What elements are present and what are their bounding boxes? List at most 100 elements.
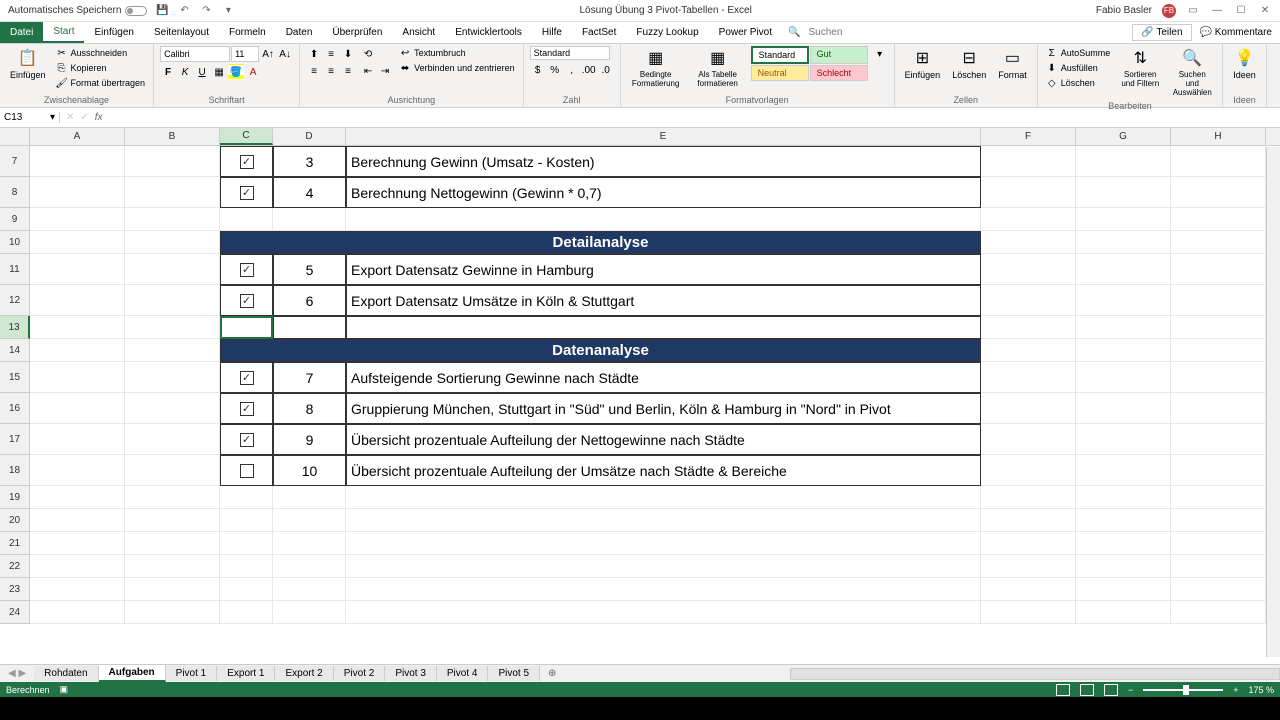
checkbox-17[interactable]: ✓ bbox=[240, 433, 254, 447]
border-button[interactable]: ▦ bbox=[211, 64, 227, 80]
tab-seitenlayout[interactable]: Seitenlayout bbox=[144, 22, 219, 43]
col-header-f[interactable]: F bbox=[981, 128, 1076, 145]
decrease-font-icon[interactable]: A↓ bbox=[277, 46, 293, 62]
conditional-formatting-button[interactable]: ▦ Bedingte Formatierung bbox=[627, 46, 685, 90]
col-header-c[interactable]: C bbox=[220, 128, 273, 145]
accept-formula-icon[interactable]: ✓ bbox=[80, 112, 88, 123]
align-right-icon[interactable]: ≡ bbox=[340, 63, 356, 79]
sheet-tab-aufgaben[interactable]: Aufgaben bbox=[99, 665, 166, 682]
user-avatar[interactable]: FB bbox=[1162, 4, 1176, 18]
find-select-button[interactable]: 🔍Suchen und Auswählen bbox=[1168, 46, 1216, 99]
ideas-button[interactable]: 💡Ideen bbox=[1229, 46, 1260, 82]
row-header[interactable]: 8 bbox=[0, 177, 30, 208]
sheet-nav-prev[interactable]: ◀ ▶ bbox=[0, 668, 34, 679]
style-standard[interactable]: Standard bbox=[751, 46, 809, 64]
tab-fuzzy[interactable]: Fuzzy Lookup bbox=[626, 22, 708, 43]
zoom-in-button[interactable]: + bbox=[1233, 685, 1238, 695]
section-header-detail[interactable]: Detailanalyse bbox=[220, 231, 981, 254]
insert-cells-button[interactable]: ⊞Einfügen bbox=[901, 46, 945, 82]
number-format-select[interactable] bbox=[530, 46, 610, 60]
save-icon[interactable]: 💾 bbox=[155, 4, 169, 18]
font-name-select[interactable] bbox=[160, 46, 230, 62]
format-cells-button[interactable]: ▭Format bbox=[994, 46, 1031, 82]
fx-button[interactable]: fx bbox=[95, 112, 103, 123]
tab-factset[interactable]: FactSet bbox=[572, 22, 626, 43]
orientation-icon[interactable]: ⟲ bbox=[360, 46, 376, 62]
toggle-switch[interactable] bbox=[125, 6, 147, 16]
tab-entwicklertools[interactable]: Entwicklertools bbox=[445, 22, 532, 43]
indent-decrease-icon[interactable]: ⇤ bbox=[360, 63, 376, 79]
name-box[interactable]: C13 ▾ bbox=[0, 112, 60, 123]
zoom-slider[interactable] bbox=[1143, 689, 1223, 691]
row-header[interactable]: 11 bbox=[0, 254, 30, 285]
checkbox-11[interactable]: ✓ bbox=[240, 263, 254, 277]
row-header[interactable]: 22 bbox=[0, 555, 30, 578]
sheet-tab-pivot1[interactable]: Pivot 1 bbox=[166, 666, 218, 681]
sheet-tab-rohdaten[interactable]: Rohdaten bbox=[34, 666, 98, 681]
row-header[interactable]: 12 bbox=[0, 285, 30, 316]
checkbox-18[interactable] bbox=[240, 464, 254, 478]
row-header[interactable]: 23 bbox=[0, 578, 30, 601]
row-header[interactable]: 17 bbox=[0, 424, 30, 455]
font-size-select[interactable] bbox=[231, 46, 259, 62]
merge-button[interactable]: ⬌Verbinden und zentrieren bbox=[397, 61, 517, 75]
col-header-b[interactable]: B bbox=[125, 128, 220, 145]
sheet-tab-pivot2[interactable]: Pivot 2 bbox=[334, 666, 386, 681]
sort-filter-button[interactable]: ⇅Sortieren und Filtern bbox=[1116, 46, 1164, 90]
col-header-g[interactable]: G bbox=[1076, 128, 1171, 145]
close-icon[interactable]: ✕ bbox=[1258, 4, 1272, 18]
font-color-button[interactable]: A bbox=[245, 64, 261, 80]
qat-dropdown-icon[interactable]: ▾ bbox=[221, 4, 235, 18]
row-header[interactable]: 14 bbox=[0, 339, 30, 362]
delete-cells-button[interactable]: ⊟Löschen bbox=[948, 46, 990, 82]
comments-button[interactable]: 💬 Kommentare bbox=[1200, 27, 1272, 38]
row-header[interactable]: 21 bbox=[0, 532, 30, 555]
search-input[interactable] bbox=[806, 25, 866, 40]
indent-increase-icon[interactable]: ⇥ bbox=[377, 63, 393, 79]
maximize-icon[interactable]: ☐ bbox=[1234, 4, 1248, 18]
section-header-daten[interactable]: Datenanalyse bbox=[220, 339, 981, 362]
tab-formeln[interactable]: Formeln bbox=[219, 22, 276, 43]
autosum-button[interactable]: ΣAutoSumme bbox=[1044, 46, 1113, 60]
style-neutral[interactable]: Neutral bbox=[751, 65, 809, 81]
macro-record-icon[interactable]: ▣ bbox=[60, 684, 69, 695]
tab-einfuegen[interactable]: Einfügen bbox=[84, 22, 143, 43]
percent-icon[interactable]: % bbox=[547, 62, 563, 78]
format-as-table-button[interactable]: ▦ Als Tabelle formatieren bbox=[689, 46, 747, 90]
checkbox-15[interactable]: ✓ bbox=[240, 371, 254, 385]
horizontal-scrollbar[interactable] bbox=[790, 668, 1280, 680]
decrease-decimal-icon[interactable]: .0 bbox=[598, 62, 614, 78]
row-header[interactable]: 19 bbox=[0, 486, 30, 509]
sheet-tab-pivot3[interactable]: Pivot 3 bbox=[385, 666, 437, 681]
col-header-a[interactable]: A bbox=[30, 128, 125, 145]
style-gut[interactable]: Gut bbox=[810, 46, 868, 64]
row-header[interactable]: 10 bbox=[0, 231, 30, 254]
fill-color-button[interactable]: 🪣 bbox=[228, 64, 244, 80]
tab-start[interactable]: Start bbox=[43, 22, 84, 43]
user-name[interactable]: Fabio Basler bbox=[1096, 5, 1152, 16]
checkbox-12[interactable]: ✓ bbox=[240, 294, 254, 308]
italic-button[interactable]: K bbox=[177, 64, 193, 80]
underline-button[interactable]: U bbox=[194, 64, 210, 80]
currency-icon[interactable]: $ bbox=[530, 62, 546, 78]
minimize-icon[interactable]: — bbox=[1210, 4, 1224, 18]
row-header[interactable]: 20 bbox=[0, 509, 30, 532]
styles-more-icon[interactable]: ▾ bbox=[872, 46, 888, 62]
row-header[interactable]: 9 bbox=[0, 208, 30, 231]
checkbox-7[interactable]: ✓ bbox=[240, 155, 254, 169]
tab-file[interactable]: Datei bbox=[0, 22, 43, 43]
wrap-text-button[interactable]: ↩Textumbruch bbox=[397, 46, 517, 60]
format-painter-button[interactable]: 🖌Format übertragen bbox=[54, 76, 148, 90]
checkbox-16[interactable]: ✓ bbox=[240, 402, 254, 416]
ribbon-options-icon[interactable]: ▭ bbox=[1186, 4, 1200, 18]
row-header[interactable]: 18 bbox=[0, 455, 30, 486]
fill-button[interactable]: ⬇Ausfüllen bbox=[1044, 61, 1113, 75]
select-all-corner[interactable] bbox=[0, 128, 30, 145]
row-header[interactable]: 7 bbox=[0, 146, 30, 177]
checkbox-8[interactable]: ✓ bbox=[240, 186, 254, 200]
bold-button[interactable]: F bbox=[160, 64, 176, 80]
sheet-tab-export2[interactable]: Export 2 bbox=[275, 666, 333, 681]
row-header[interactable]: 13 bbox=[0, 316, 30, 339]
align-middle-icon[interactable]: ≡ bbox=[323, 46, 339, 62]
add-sheet-button[interactable]: ⊕ bbox=[540, 668, 564, 679]
